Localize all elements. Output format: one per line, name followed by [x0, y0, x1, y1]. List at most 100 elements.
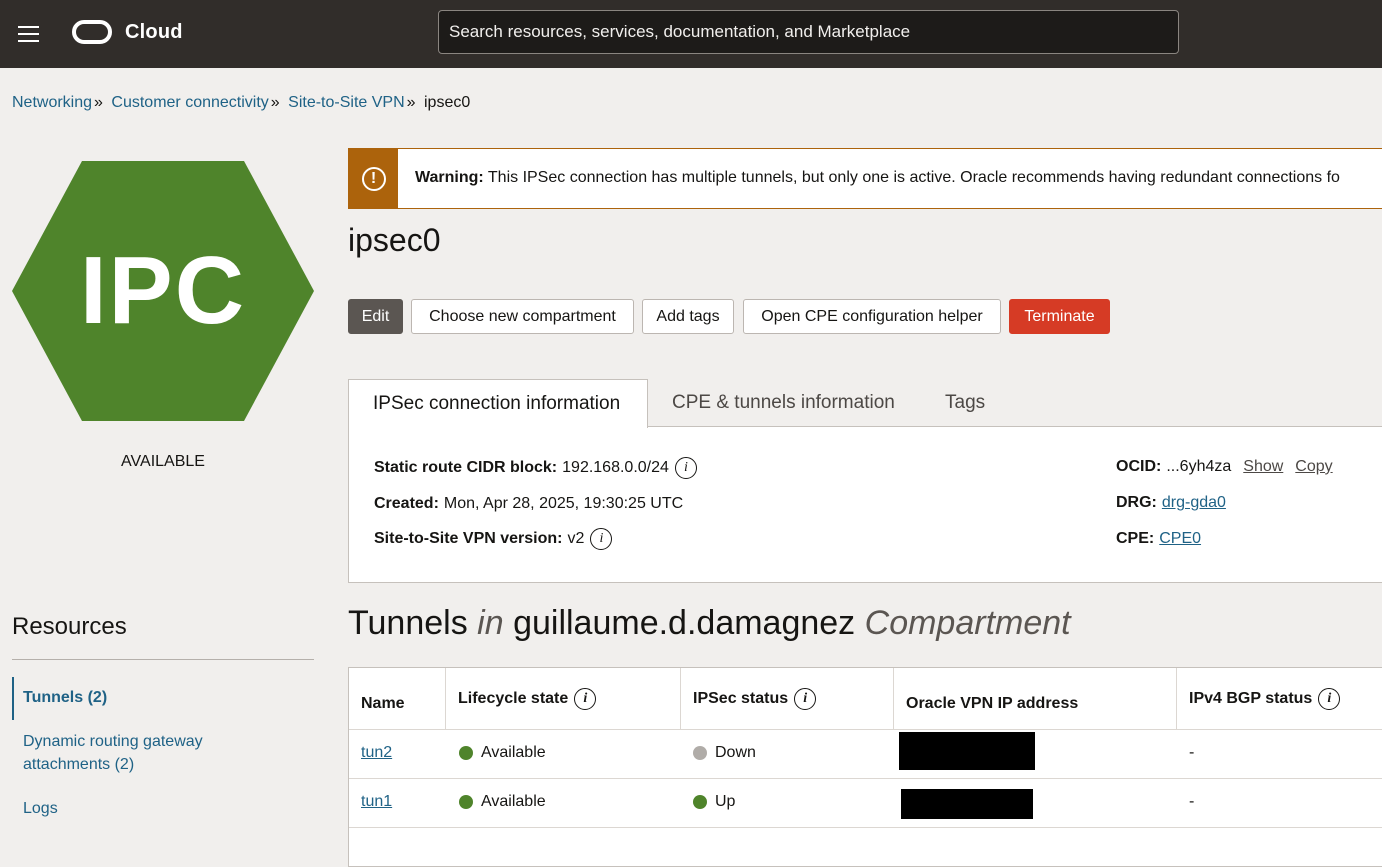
- column-header-vpn-ip[interactable]: Oracle VPN IP address: [894, 668, 1177, 729]
- table-row-tun2-lifecycle: Available: [459, 742, 546, 764]
- column-header-ipsec-label: IPSec status: [693, 689, 789, 707]
- search-input[interactable]: [438, 10, 1179, 54]
- table-row-tun1-ipsec: Up: [693, 791, 735, 813]
- vpn-version-row: Site-to-Site VPN version: v2 i: [374, 528, 613, 550]
- warning-message: This IPSec connection has multiple tunne…: [487, 169, 1340, 186]
- breadcrumb-separator: »: [94, 94, 103, 111]
- tunnels-table: Name Lifecycle state i IPSec status i Or…: [348, 667, 1382, 867]
- ocid-copy-link[interactable]: Copy: [1295, 458, 1332, 476]
- tab-cpe-tunnels[interactable]: CPE & tunnels information: [648, 379, 919, 427]
- warning-icon-box: !: [349, 149, 398, 208]
- warning-text: Warning: This IPSec connection has multi…: [415, 169, 1340, 187]
- lifecycle-value: Available: [481, 793, 546, 810]
- column-header-name[interactable]: Name: [349, 668, 446, 729]
- ocid-label: OCID:: [1116, 458, 1162, 475]
- logo-text[interactable]: Cloud: [125, 21, 183, 44]
- lifecycle-value: Available: [481, 744, 546, 761]
- status-dot-down-icon: [693, 746, 707, 760]
- breadcrumb-separator: »: [270, 94, 280, 111]
- breadcrumb-site-to-site-vpn[interactable]: Site-to-Site VPN: [288, 94, 404, 111]
- column-header-bgp-label: IPv4 BGP status: [1189, 689, 1313, 707]
- column-header-lifecycle[interactable]: Lifecycle state i: [446, 668, 681, 729]
- info-icon[interactable]: i: [574, 687, 597, 710]
- status-dot-available-icon: [459, 746, 473, 760]
- redacted-ip-address: [899, 732, 1035, 770]
- resource-link-tunnels[interactable]: Tunnels (2): [23, 686, 107, 709]
- hexagon-label: IPC: [79, 237, 247, 344]
- warning-icon: !: [361, 166, 386, 191]
- info-icon[interactable]: i: [794, 687, 817, 710]
- table-divider: [349, 827, 1382, 828]
- tunnel-link-tun2[interactable]: tun2: [361, 744, 392, 762]
- tunnels-heading-compartment: guillaume.d.damagnez: [513, 604, 856, 642]
- tunnel-link-tun1[interactable]: tun1: [361, 793, 392, 811]
- created-row: Created: Mon, Apr 28, 2025, 19:30:25 UTC: [374, 495, 683, 513]
- ocid-show-link[interactable]: Show: [1243, 458, 1283, 476]
- edit-button[interactable]: Edit: [348, 299, 403, 334]
- vpn-version-label: Site-to-Site VPN version:: [374, 530, 563, 547]
- ocid-row: OCID: ...6yh4za Show Copy: [1116, 458, 1333, 476]
- ipsec-info-panel: Static route CIDR block: 192.168.0.0/24 …: [348, 426, 1382, 583]
- resource-link-drg-attachments[interactable]: Dynamic routing gateway: [23, 730, 203, 753]
- info-icon[interactable]: i: [590, 528, 613, 550]
- drg-row: DRG: drg-gda0: [1116, 494, 1226, 512]
- info-icon[interactable]: i: [674, 457, 697, 479]
- warning-label: Warning:: [415, 169, 484, 186]
- static-route-value: 192.168.0.0/24: [562, 459, 669, 476]
- breadcrumb-customer-connectivity[interactable]: Customer connectivity: [111, 94, 268, 111]
- resources-heading: Resources: [12, 613, 127, 640]
- cpe-row: CPE: CPE0: [1116, 530, 1201, 548]
- column-header-lifecycle-label: Lifecycle state: [458, 689, 569, 707]
- resource-link-drg-attachments-count[interactable]: attachments (2): [23, 753, 134, 776]
- tunnels-heading-in: in: [477, 604, 504, 642]
- table-row-tun2-ipsec: Down: [693, 742, 756, 764]
- resources-divider: [12, 659, 314, 660]
- cpe-link[interactable]: CPE0: [1159, 530, 1201, 548]
- info-icon[interactable]: i: [1318, 687, 1341, 710]
- table-divider: [349, 778, 1382, 779]
- drg-label: DRG:: [1116, 494, 1157, 511]
- tunnels-heading-main: Tunnels: [348, 604, 468, 642]
- oracle-logo-icon[interactable]: [72, 20, 112, 44]
- ipsec-status-value: Down: [715, 744, 756, 761]
- breadcrumb-separator: »: [406, 94, 416, 111]
- resources-active-indicator: [12, 677, 14, 720]
- table-row-tun1-bgp: -: [1189, 793, 1195, 810]
- static-route-row: Static route CIDR block: 192.168.0.0/24 …: [374, 457, 697, 479]
- tab-ipsec-info[interactable]: IPSec connection information: [348, 379, 648, 428]
- table-divider: [349, 729, 1382, 730]
- open-cpe-helper-button[interactable]: Open CPE configuration helper: [743, 299, 1001, 334]
- hamburger-menu-icon[interactable]: [18, 26, 39, 42]
- status-dot-up-icon: [693, 795, 707, 809]
- tab-tags[interactable]: Tags: [921, 379, 1009, 427]
- static-route-label: Static route CIDR block:: [374, 459, 558, 476]
- breadcrumb-current: ipsec0: [423, 94, 471, 111]
- warning-banner: ! Warning: This IPSec connection has mul…: [348, 148, 1382, 209]
- ipsec-status-value: Up: [715, 793, 736, 810]
- table-row-tun1-name: tun1: [361, 791, 392, 813]
- vpn-version-value: v2: [567, 530, 585, 547]
- terminate-button[interactable]: Terminate: [1009, 299, 1110, 334]
- created-label: Created:: [374, 495, 439, 512]
- lifecycle-status: AVAILABLE: [121, 453, 205, 470]
- table-row-tun2-name: tun2: [361, 742, 392, 764]
- table-row-tun1-lifecycle: Available: [459, 791, 546, 813]
- drg-link[interactable]: drg-gda0: [1162, 494, 1226, 512]
- resource-link-logs[interactable]: Logs: [23, 797, 58, 820]
- resource-hexagon-badge: IPC: [12, 161, 314, 421]
- page-title: ipsec0: [348, 222, 441, 258]
- created-value: Mon, Apr 28, 2025, 19:30:25 UTC: [443, 495, 684, 512]
- cpe-label: CPE:: [1116, 530, 1155, 547]
- column-header-bgp-status[interactable]: IPv4 BGP status i: [1177, 668, 1382, 729]
- choose-compartment-button[interactable]: Choose new compartment: [411, 299, 634, 334]
- column-header-ipsec-status[interactable]: IPSec status i: [681, 668, 894, 729]
- breadcrumb: Networking» Customer connectivity» Site-…: [12, 94, 470, 112]
- breadcrumb-networking[interactable]: Networking: [12, 94, 92, 111]
- tunnels-heading-suffix: Compartment: [864, 604, 1071, 642]
- add-tags-button[interactable]: Add tags: [642, 299, 734, 334]
- tunnels-heading: Tunnels in guillaume.d.damagnez Compartm…: [348, 604, 1071, 643]
- top-navigation-bar: Cloud: [0, 0, 1382, 68]
- table-row-tun2-bgp: -: [1189, 744, 1195, 761]
- status-dot-available-icon: [459, 795, 473, 809]
- ocid-value: ...6yh4za: [1166, 458, 1232, 475]
